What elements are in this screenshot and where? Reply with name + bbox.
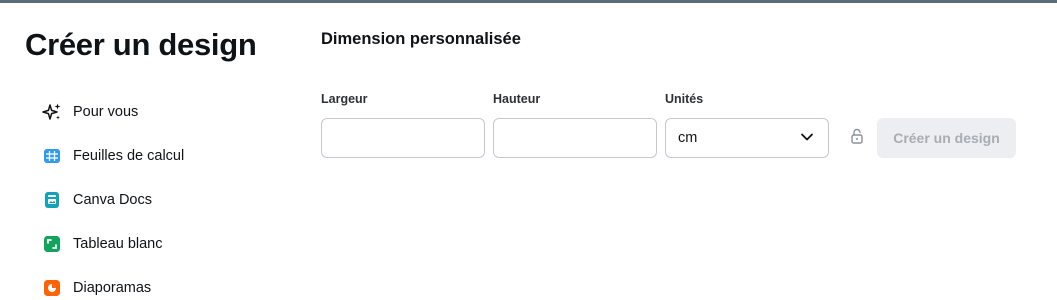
sidebar-item-label: Tableau blanc (73, 236, 163, 252)
spreadsheet-icon (42, 146, 62, 166)
whiteboard-icon (42, 234, 62, 254)
units-select[interactable]: cm (665, 118, 829, 158)
presentation-icon (42, 278, 62, 298)
create-design-button[interactable]: Créer un design (877, 118, 1016, 158)
docs-icon (42, 190, 62, 210)
sidebar-item-pour-vous[interactable]: Pour vous (42, 100, 138, 124)
dialog-title: Créer un design (25, 27, 257, 62)
width-label: Largeur (321, 92, 368, 106)
sidebar-item-label: Pour vous (73, 104, 139, 120)
units-selected-value: cm (678, 130, 698, 146)
height-input[interactable] (493, 118, 657, 158)
aspect-lock-button[interactable] (846, 127, 868, 149)
chevron-down-icon (800, 129, 814, 147)
sparkles-icon (42, 102, 62, 122)
sidebar-item-label: Canva Docs (73, 192, 152, 208)
sidebar-item-canva-docs[interactable]: Canva Docs (42, 188, 152, 212)
sidebar-item-label: Feuilles de calcul (73, 148, 185, 164)
width-input[interactable] (321, 118, 485, 158)
sidebar-item-feuilles-de-calcul[interactable]: Feuilles de calcul (42, 144, 184, 168)
sidebar-item-tableau-blanc[interactable]: Tableau blanc (42, 232, 163, 256)
lock-icon (850, 128, 864, 149)
custom-size-heading: Dimension personnalisée (321, 30, 521, 48)
sidebar-item-label: Diaporamas (73, 280, 152, 296)
units-label: Unités (665, 92, 704, 106)
height-label: Hauteur (493, 92, 541, 106)
sidebar-item-diaporamas[interactable]: Diaporamas (42, 276, 151, 300)
